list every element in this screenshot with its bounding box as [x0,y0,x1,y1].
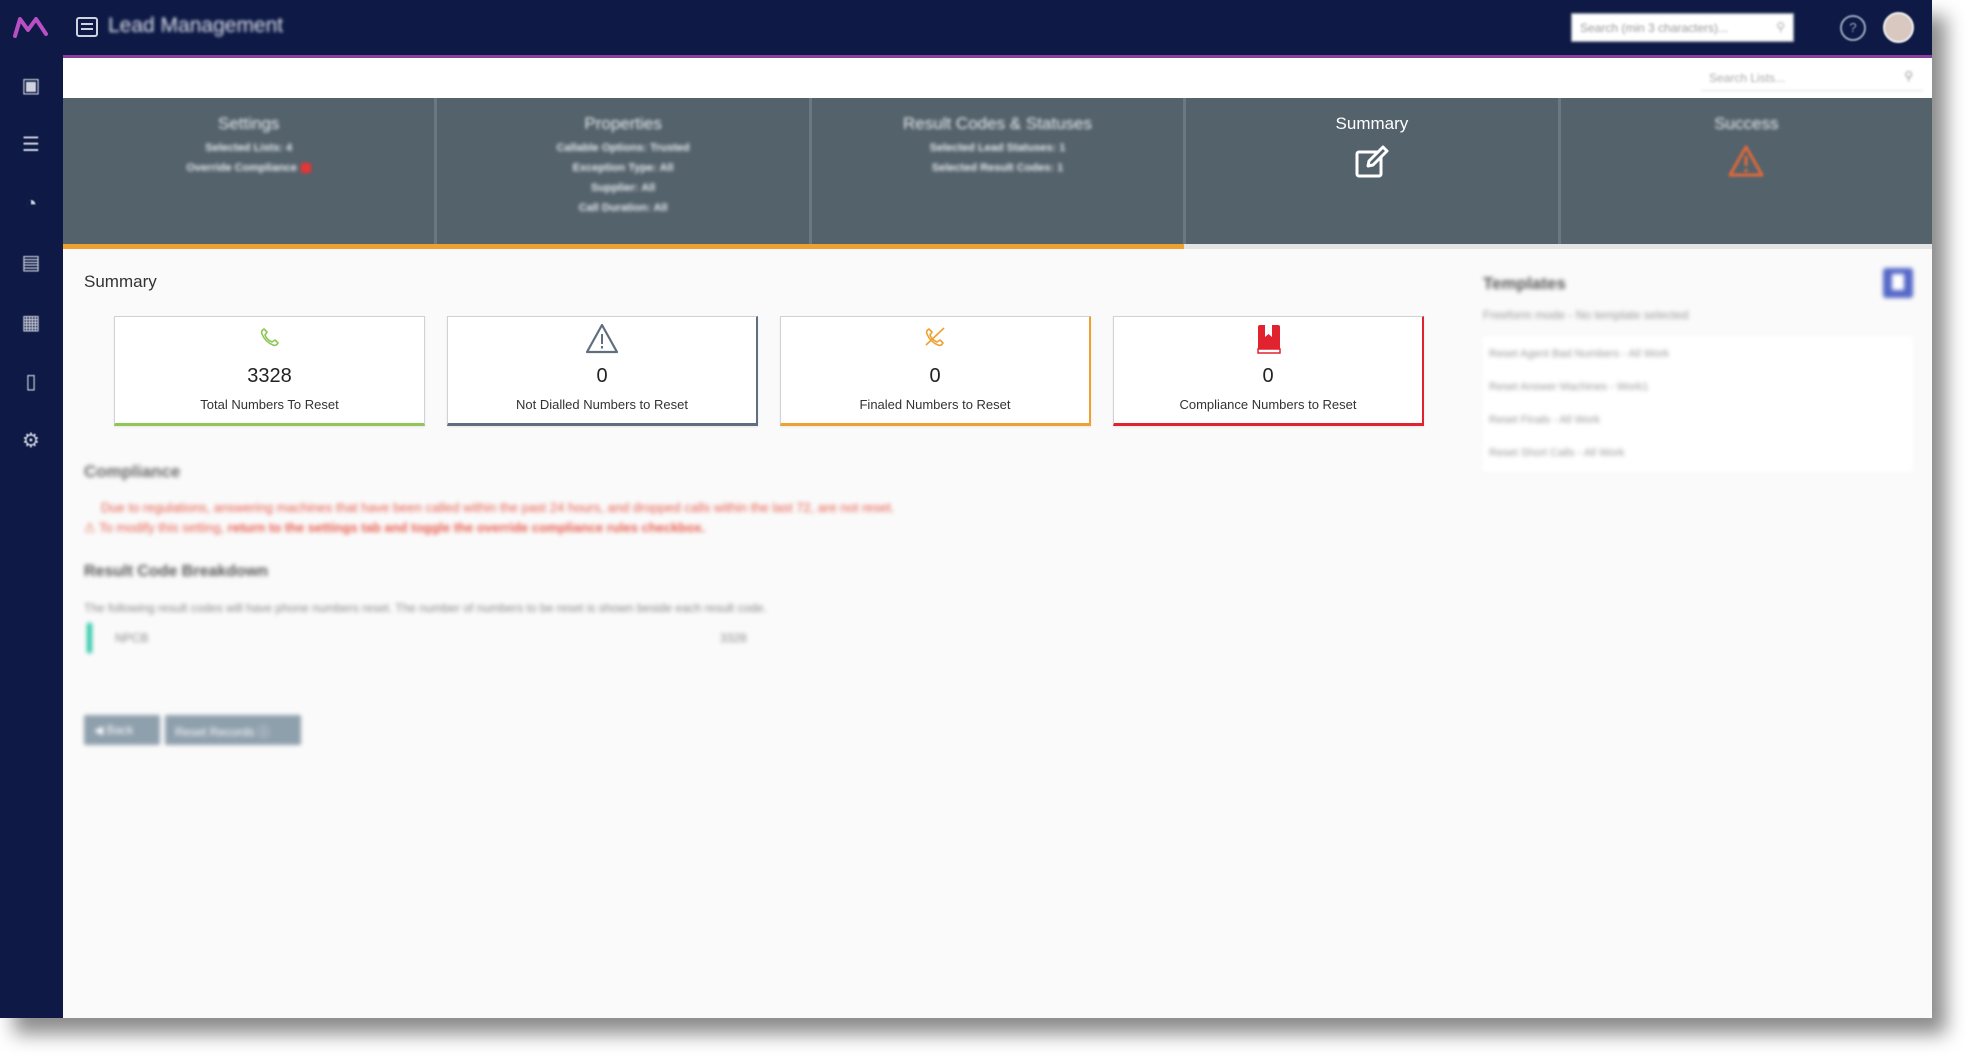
total-numbers-card: 3328 Total Numbers To Reset [114,316,425,426]
step-line: Selected Lists: 4 [205,142,293,154]
card-value: 0 [929,365,941,387]
book-bookmark-icon [1257,325,1281,354]
help-icon[interactable]: ? [1840,15,1866,41]
warning-icon [585,323,619,354]
wizard-progress-fill [63,244,1185,249]
breakdown-description: The following result codes will have pho… [84,601,767,615]
not-dialled-card: 0 Not Dialled Numbers to Reset [447,316,758,426]
breakdown-title: Result Code Breakdown [84,563,269,580]
search-icon: ⚲ [1904,69,1913,83]
step-result-codes[interactable]: Result Codes & Statuses Selected Lead St… [812,98,1187,244]
card-value: 0 [596,365,608,387]
card-label: Finaled Numbers to Reset [859,397,1011,412]
global-search-input[interactable]: Search (min 3 characters)... ⚲ [1571,13,1794,42]
step-properties[interactable]: Properties Callable Options: Trusted Exc… [437,98,812,244]
reset-records-button[interactable]: Reset Records ⓘ [165,715,301,745]
sidebar-database-icon[interactable]: ▤ [18,252,44,274]
card-label: Not Dialled Numbers to Reset [516,397,688,412]
override-flag-icon [301,163,312,174]
step-title: Success [1714,114,1779,133]
list-item[interactable]: Reset Answer Machines - Work1 [1489,381,1648,393]
list-search-input[interactable]: Search Lists... ⚲ [1701,65,1923,91]
main-content: Search Lists... ⚲ Settings Selected List… [63,58,1932,1018]
sidebar-home-icon[interactable]: ▣ [18,75,44,97]
summary-cards: 3328 Total Numbers To Reset 0 Not Dialle… [114,316,1494,430]
sub-header: Search Lists... ⚲ [63,58,1932,98]
step-line: Callable Options: Trusted [556,142,690,154]
step-line: Selected Result Codes: 1 [931,162,1064,174]
step-line: Exception Type: All [572,162,674,174]
sidebar-dashboard-icon[interactable]: ◔ [18,193,44,215]
sidebar-settings-icon[interactable]: ⚙ [18,430,44,452]
card-label: Compliance Numbers to Reset [1179,397,1357,412]
phone-icon [260,328,279,347]
step-title: Result Codes & Statuses [903,114,1092,133]
step-line: Call Duration: All [578,202,668,214]
step-summary[interactable]: Summary [1186,98,1561,244]
table-row: NPCB 3328 [87,623,787,653]
list-item[interactable]: Reset Short Calls - All Work [1489,447,1625,459]
result-code-marker [87,623,92,653]
list-search-placeholder: Search Lists... [1709,71,1786,85]
step-title: Properties [584,114,662,133]
warning-icon: ⚠ [84,520,100,535]
wizard-progress-track [63,244,1932,249]
sidebar-folder-icon[interactable]: ▦ [18,312,44,334]
result-code: NPCB [115,631,149,645]
result-count: 3328 [720,631,747,645]
grid-menu-icon[interactable] [76,17,98,37]
templates-list: Reset Agent Bad Numbers - All Work Reset… [1483,336,1913,472]
back-button[interactable]: ◀ Back [84,715,160,745]
user-avatar[interactable] [1883,12,1914,43]
wizard-steps: Settings Selected Lists: 4 Override Comp… [63,98,1932,244]
step-title: Summary [1335,114,1409,133]
sidebar-document-icon[interactable]: ▯ [18,371,44,393]
edit-icon [1355,145,1389,178]
step-success[interactable]: Success [1561,98,1932,244]
step-line: Override Compliance [63,162,434,174]
phone-off-icon [925,327,945,347]
compliance-notice-line: Due to regulations, answering machines t… [101,500,895,515]
templates-subtitle: Freeform mode - No template selected [1483,308,1689,322]
card-value: 0 [1262,365,1274,387]
search-icon: ⚲ [1776,20,1785,34]
settings-link[interactable]: return to the settings tab and toggle th… [228,520,706,535]
sidebar-list-icon[interactable]: ☰ [18,134,44,156]
sidebar: ▣ ☰ ◔ ▤ ▦ ▯ ⚙ [0,55,63,1018]
summary-title: Summary [84,272,157,291]
templates-panel: Templates Freeform mode - No template se… [1483,268,1913,538]
card-value: 3328 [247,365,292,387]
compliance-numbers-card: 0 Compliance Numbers to Reset [1113,316,1424,426]
compliance-title: Compliance [84,462,181,481]
document-icon[interactable] [1883,268,1913,298]
finaled-numbers-card: 0 Finaled Numbers to Reset [780,316,1091,426]
app-window: Lead Management Search (min 3 characters… [0,0,1932,1018]
card-label: Total Numbers To Reset [200,397,339,412]
list-item[interactable]: Reset Finals - All Work [1489,414,1600,426]
compliance-modify-line: ⚠ To modify this setting, return to the … [84,520,706,535]
templates-title: Templates [1483,274,1566,293]
list-item[interactable]: Reset Agent Bad Numbers - All Work [1489,348,1669,360]
step-line: Selected Lead Statuses: 1 [929,142,1066,154]
step-settings[interactable]: Settings Selected Lists: 4 Override Comp… [63,98,438,244]
top-bar: Lead Management Search (min 3 characters… [0,0,1932,58]
app-title: Lead Management [108,14,284,37]
brand-logo-icon[interactable] [12,14,50,40]
step-line: Supplier: All [590,182,656,194]
global-search-placeholder: Search (min 3 characters)... [1580,21,1729,35]
warning-icon [1728,145,1764,177]
step-title: Settings [217,114,280,133]
